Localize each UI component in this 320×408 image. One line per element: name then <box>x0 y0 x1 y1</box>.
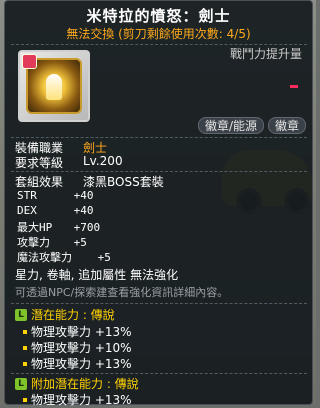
stat-value: +40 <box>73 204 94 217</box>
emblem-energy-button[interactable]: 徽章/能源 <box>197 117 264 134</box>
emblem-button[interactable]: 徽章 <box>267 117 306 134</box>
potential-header: L 潛在能力 : 傳說 <box>15 306 115 323</box>
level-value: Lv.200 <box>83 154 123 168</box>
level-label: 要求等級 <box>15 156 64 170</box>
potential-line-text: 物理攻擊力 +10% <box>31 341 132 355</box>
bullet-icon <box>23 345 27 350</box>
set-effect-label: 套組效果 <box>15 175 64 189</box>
upgrade-restriction-note: 星力, 卷軸, 追加屬性 無法強化 <box>15 268 179 282</box>
npc-info-note: 可透過NPC/探索建查看強化資訊詳細內容。 <box>15 286 229 299</box>
stat-name: DEX <box>17 204 37 217</box>
legendary-grade-icon: L <box>15 308 27 321</box>
divider <box>11 137 307 138</box>
item-tooltip: 米特拉的憤怒：劍士 無法交換 (剪刀剩餘使用次數: 4/5) 戰鬥力提升量 徽章… <box>4 0 313 408</box>
divider <box>11 303 307 304</box>
stat-line: 攻擊力 +5 <box>17 234 87 250</box>
additional-potential-line-text: 物理攻擊力 +13% <box>31 393 132 407</box>
set-effect: 套組效果 漆黑BOSS套裝 <box>15 173 164 190</box>
bullet-icon <box>23 397 27 402</box>
set-effect-value: 漆黑BOSS套裝 <box>83 175 164 189</box>
divider <box>11 171 307 172</box>
level-requirement: 要求等級 Lv.200 <box>15 154 123 171</box>
emblem-button-row: 徽章/能源 徽章 <box>197 117 306 134</box>
stat-name: 攻擊力 <box>17 236 50 249</box>
stat-line: 最大HP +700 <box>17 219 100 235</box>
bullet-icon <box>23 329 27 334</box>
untradeable-notice: 無法交換 (剪刀剩餘使用次數: 4/5) <box>66 27 251 41</box>
additional-potential-header-text: 附加潛在能力 : 傳說 <box>31 377 139 391</box>
emblem-core-icon <box>46 74 62 100</box>
divider <box>11 373 307 374</box>
stat-value: +5 <box>97 251 111 264</box>
potential-line: 物理攻擊力 +10% <box>23 339 132 356</box>
stat-value: +40 <box>73 189 94 202</box>
stat-name: 魔法攻擊力 <box>17 251 72 264</box>
potential-line-text: 物理攻擊力 +13% <box>31 357 132 371</box>
potential-line: 物理攻擊力 +13% <box>23 355 132 372</box>
potential-line: 物理攻擊力 +13% <box>23 323 132 340</box>
legendary-grade-icon: L <box>15 377 27 390</box>
additional-potential-line: 物理攻擊力 +13% <box>23 391 132 408</box>
additional-potential-header: L 附加潛在能力 : 傳說 <box>15 375 139 392</box>
potential-header-text: 潛在能力 : 傳說 <box>31 308 115 322</box>
stat-name: STR <box>17 189 37 202</box>
attack-increase-indicator <box>290 85 298 88</box>
stat-value: +700 <box>73 221 101 234</box>
stat-name: 最大HP <box>17 221 53 234</box>
item-grade-badge-icon <box>22 54 37 69</box>
potential-line-text: 物理攻擊力 +13% <box>31 325 132 339</box>
item-icon-frame <box>18 50 90 122</box>
attack-increase-label: 戰鬥力提升量 <box>229 47 302 61</box>
bullet-icon <box>23 361 27 366</box>
stat-line: DEX +40 <box>17 204 94 217</box>
stat-line: STR +40 <box>17 189 94 202</box>
item-title: 米特拉的憤怒：劍士 <box>86 7 231 25</box>
stat-value: +5 <box>73 236 87 249</box>
stat-line: 魔法攻擊力 +5 <box>17 249 111 265</box>
